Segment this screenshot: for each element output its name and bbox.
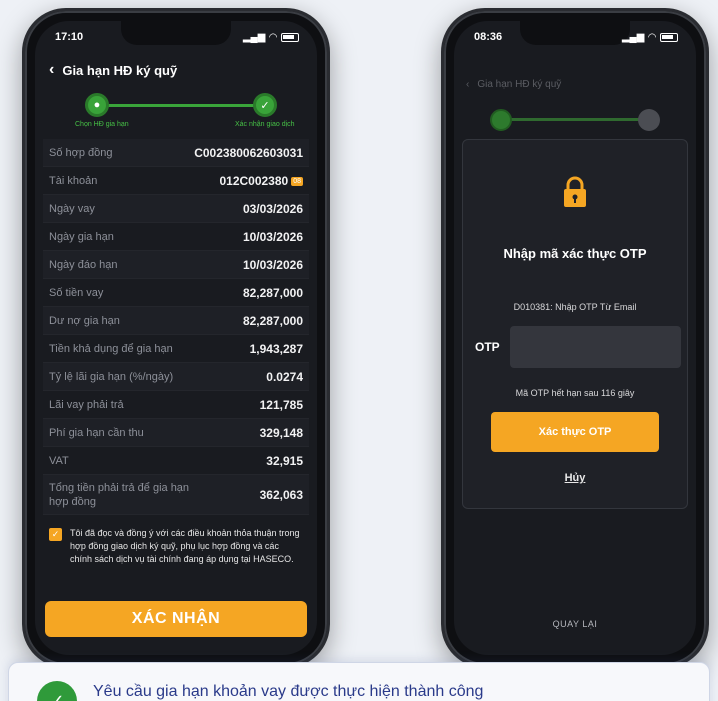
detail-row: Tài khoản 012C002380 08 xyxy=(43,167,309,195)
stepper: ● ✓ Chọn HĐ gia hạn Xác nhận giao dịch xyxy=(75,93,295,133)
detail-value: 82,287,000 xyxy=(242,285,303,300)
detail-value: 03/03/2026 xyxy=(242,201,303,216)
terms-text: Tôi đã đọc và đồng ý với các điều khoản … xyxy=(70,528,300,564)
step-2-check-icon: ✓ xyxy=(253,93,277,117)
back-arrow-icon[interactable]: ‹ xyxy=(49,61,54,79)
detail-value: 1,943,287 xyxy=(249,341,303,356)
battery-icon xyxy=(660,32,678,42)
status-bar: 17:10 ▂▄▆ ◠ xyxy=(55,29,299,45)
right-phone: 08:36 ▂▄▆ ◠ ‹ Gia hạn HĐ ký quỹ Nhập mã xyxy=(441,8,709,668)
detail-key: Ngày gia hạn xyxy=(49,230,114,243)
detail-row: Dư nợ gia hạn 82,287,000 xyxy=(43,307,309,335)
step-line xyxy=(504,118,644,121)
detail-key: Dư nợ gia hạn xyxy=(49,314,120,327)
otp-label: OTP xyxy=(475,340,500,354)
step-2-dot xyxy=(638,109,660,131)
detail-value: 82,287,000 xyxy=(242,313,303,328)
otp-title: Nhập mã xác thực OTP xyxy=(503,246,647,261)
page-title: Gia hạn HĐ ký quỹ xyxy=(62,62,178,78)
cancel-link[interactable]: Hủy xyxy=(463,472,687,484)
signal-icon: ▂▄▆ xyxy=(242,31,266,43)
back-arrow-icon: ‹ xyxy=(466,79,470,90)
success-toast: ✓ Yêu cầu gia hạn khoản vay được thực hi… xyxy=(8,662,710,701)
detail-row: VAT 32,915 xyxy=(43,447,309,475)
detail-key: Ngày đáo hạn xyxy=(49,258,118,271)
account-badge: 08 xyxy=(291,177,303,187)
dimmed-app-header: ‹ Gia hạn HĐ ký quỹ xyxy=(466,79,684,90)
left-phone: 17:10 ▂▄▆ ◠ ‹ Gia hạn HĐ ký quỹ ● ✓ Chọn… xyxy=(22,8,330,668)
wifi-icon: ◠ xyxy=(648,31,656,43)
detail-value: C00238006260303​1 xyxy=(194,145,303,160)
terms-agreement: ✓ Tôi đã đọc và đồng ý với các điều khoả… xyxy=(49,527,303,566)
detail-value: 362,063 xyxy=(259,487,303,502)
detail-row: Ngày đáo hạn 10/03/2026 xyxy=(43,251,309,279)
detail-value: 121,785 xyxy=(259,397,303,412)
otp-subtitle: D010381: Nhập OTP Từ Email xyxy=(513,302,637,312)
detail-row: Tổng tiền phải trả để gia hạn hợp đồng 3… xyxy=(43,475,309,515)
detail-value: 329,148 xyxy=(259,425,303,440)
detail-value-wrap: 012C002380 08 xyxy=(219,174,303,188)
detail-key: Phí gia hạn cần thu xyxy=(49,426,144,439)
status-bar: 08:36 ▂▄▆ ◠ xyxy=(474,29,678,45)
dimmed-stepper xyxy=(486,107,666,133)
detail-value: 012C002380 xyxy=(219,173,289,188)
step-1-label: Chọn HĐ gia hạn xyxy=(75,121,129,128)
otp-input[interactable] xyxy=(509,326,681,368)
detail-key: Tỷ lệ lãi gia hạn (%/ngày) xyxy=(49,370,174,383)
detail-value: 10/03/2026 xyxy=(242,257,303,272)
detail-value: 32,915 xyxy=(266,453,303,468)
detail-key: VAT xyxy=(49,454,69,467)
step-2-label: Xác nhận giao dịch xyxy=(235,121,295,128)
detail-value: 0.0274 xyxy=(266,369,303,384)
detail-row: Số tiền vay 82,287,000 xyxy=(43,279,309,307)
detail-key: Số tiền vay xyxy=(49,286,104,299)
detail-key: Lãi vay phải trả xyxy=(49,398,124,411)
confirm-button[interactable]: XÁC NHẬN xyxy=(45,601,307,637)
left-screen: 17:10 ▂▄▆ ◠ ‹ Gia hạn HĐ ký quỹ ● ✓ Chọn… xyxy=(35,21,317,655)
contract-detail-list: Số hợp đồng C00238006260303​1 Tài khoản … xyxy=(43,139,309,515)
detail-row: Tiền khả dụng để gia hạn 1,943,287 xyxy=(43,335,309,363)
detail-row: Ngày gia hạn 10/03/2026 xyxy=(43,223,309,251)
detail-row: Phí gia hạn cần thu 329,148 xyxy=(43,419,309,447)
detail-row: Ngày vay 03/03/2026 xyxy=(43,195,309,223)
step-1-user-icon: ● xyxy=(85,93,109,117)
detail-key: Tổng tiền phải trả để gia hạn hợp đồng xyxy=(49,481,190,508)
detail-value: 10/03/2026 xyxy=(242,229,303,244)
toast-message: Yêu cầu gia hạn khoản vay được thực hiện… xyxy=(93,683,484,700)
detail-row: Tỷ lệ lãi gia hạn (%/ngày) 0.0274 xyxy=(43,363,309,391)
wifi-icon: ◠ xyxy=(269,31,277,43)
detail-key: Số hợp đồng xyxy=(49,146,113,159)
verify-otp-button[interactable]: Xác thực OTP xyxy=(491,412,659,452)
otp-expiry-text: Mã OTP hết hạn sau 116 giây xyxy=(515,388,635,398)
detail-key: Ngày vay xyxy=(49,202,95,215)
step-line xyxy=(97,104,265,107)
success-check-icon: ✓ xyxy=(37,681,77,701)
back-link[interactable]: QUAY LẠI xyxy=(454,619,696,629)
status-time: 08:36 xyxy=(474,31,503,43)
lock-icon xyxy=(564,176,586,207)
detail-key: Tiền khả dụng để gia hạn xyxy=(49,342,173,355)
detail-row: Lãi vay phải trả 121,785 xyxy=(43,391,309,419)
dimmed-page-title: Gia hạn HĐ ký quỹ xyxy=(477,79,562,90)
detail-key: Tài khoản xyxy=(49,174,98,187)
signal-icon: ▂▄▆ xyxy=(621,31,645,43)
status-icons: ▂▄▆ ◠ xyxy=(243,32,299,43)
battery-icon xyxy=(281,32,299,42)
otp-row: OTP xyxy=(475,326,681,368)
detail-row: Số hợp đồng C00238006260303​1 xyxy=(43,139,309,167)
step-1-dot xyxy=(490,109,512,131)
terms-checkbox[interactable]: ✓ xyxy=(49,528,62,541)
right-screen: 08:36 ▂▄▆ ◠ ‹ Gia hạn HĐ ký quỹ Nhập mã xyxy=(454,21,696,655)
status-icons: ▂▄▆ ◠ xyxy=(622,32,678,43)
status-time: 17:10 xyxy=(55,31,84,43)
otp-modal: Nhập mã xác thực OTP D010381: Nhập OTP T… xyxy=(462,139,688,509)
app-header: ‹ Gia hạn HĐ ký quỹ xyxy=(49,61,303,79)
